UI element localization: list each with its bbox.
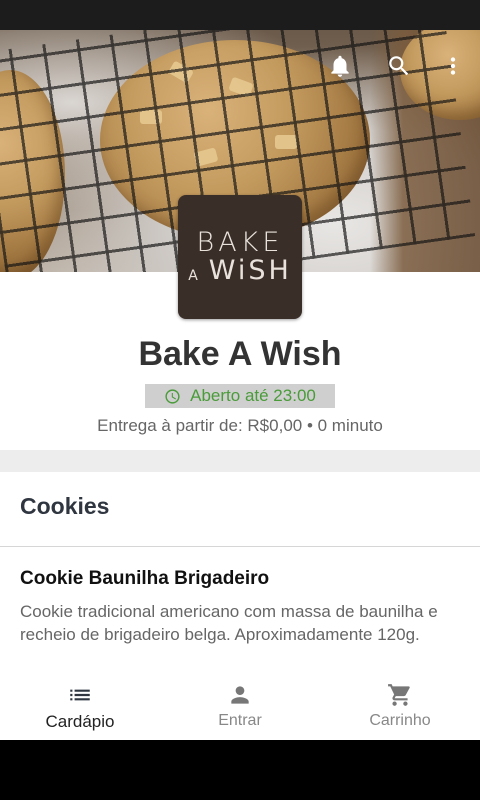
search-icon[interactable] <box>383 50 415 82</box>
app-screen: BAKE A WiSH Bake A Wish Aberto até 23:00 … <box>0 30 480 740</box>
section-title-cookies: Cookies <box>20 493 110 519</box>
status-bar <box>0 0 480 30</box>
nav-label-cardapio: Cardápio <box>45 712 115 731</box>
open-status-badge: Aberto até 23:00 <box>145 384 335 408</box>
section-divider <box>0 450 480 472</box>
cart-icon <box>388 684 410 706</box>
bottom-navigation: Cardápio Entrar Carrinho <box>0 670 480 740</box>
bell-icon[interactable] <box>324 50 356 82</box>
person-icon <box>231 686 249 704</box>
menu-item-description[interactable]: Cookie tradicional americano com massa d… <box>20 600 460 646</box>
nav-cardapio[interactable]: Cardápio <box>0 670 160 740</box>
divider <box>0 546 480 547</box>
more-vert-icon[interactable] <box>437 50 469 82</box>
nav-entrar[interactable]: Entrar <box>160 670 320 740</box>
menu-item-name[interactable]: Cookie Baunilha Brigadeiro <box>20 568 269 590</box>
delivery-info: Entrega à partir de: R$0,00 • 0 minuto <box>97 416 383 435</box>
store-logo: BAKE A WiSH <box>178 195 302 319</box>
nav-label-entrar: Entrar <box>218 712 262 729</box>
store-name: Bake A Wish <box>138 335 342 373</box>
clock-icon <box>165 388 180 404</box>
nav-label-carrinho: Carrinho <box>369 712 431 729</box>
list-icon <box>70 689 90 701</box>
nav-carrinho[interactable]: Carrinho <box>320 670 480 740</box>
open-status-text: Aberto até 23:00 <box>190 386 316 405</box>
system-navigation-bar <box>0 740 480 800</box>
